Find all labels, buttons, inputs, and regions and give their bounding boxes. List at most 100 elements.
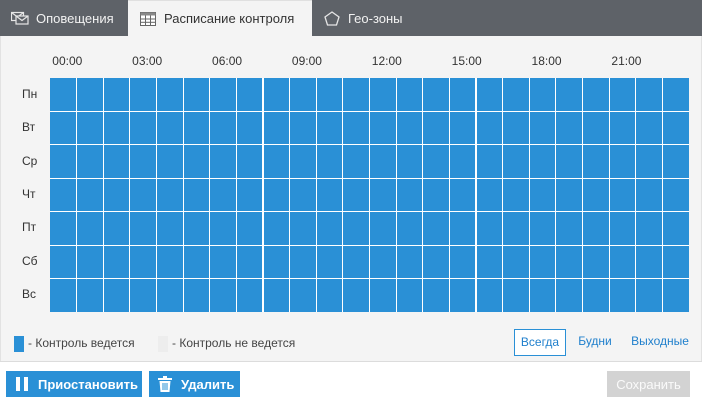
schedule-cell[interactable] [50, 78, 77, 111]
schedule-cell[interactable] [263, 112, 290, 145]
schedule-cell[interactable] [476, 145, 503, 178]
schedule-cell[interactable] [583, 78, 609, 111]
schedule-cell[interactable] [636, 112, 662, 145]
schedule-cell[interactable] [662, 145, 689, 178]
schedule-cell[interactable] [370, 145, 396, 178]
schedule-cell[interactable] [636, 145, 662, 178]
schedule-cell[interactable] [50, 112, 77, 145]
schedule-cell[interactable] [290, 279, 316, 312]
schedule-cell[interactable] [236, 212, 263, 245]
schedule-cell[interactable] [183, 245, 210, 278]
schedule-cell[interactable] [396, 279, 423, 312]
schedule-cell[interactable] [556, 245, 582, 278]
schedule-cell[interactable] [636, 245, 662, 278]
schedule-cell[interactable] [343, 112, 369, 145]
schedule-cell[interactable] [236, 112, 263, 145]
schedule-cell[interactable] [583, 145, 609, 178]
schedule-cell[interactable] [157, 245, 183, 278]
filter-always-button[interactable]: Всегда [514, 329, 566, 356]
schedule-cell[interactable] [50, 245, 77, 278]
schedule-cell[interactable] [556, 279, 582, 312]
schedule-cell[interactable] [449, 245, 476, 278]
schedule-cell[interactable] [290, 78, 316, 111]
schedule-cell[interactable] [636, 279, 662, 312]
schedule-cell[interactable] [476, 178, 503, 212]
schedule-cell[interactable] [476, 279, 503, 312]
tab-schedule[interactable]: Расписание контроля [128, 0, 312, 36]
pause-button[interactable]: Приостановить [6, 371, 142, 397]
schedule-cell[interactable] [130, 178, 156, 212]
schedule-cell[interactable] [662, 245, 689, 278]
schedule-cell[interactable] [77, 212, 103, 245]
schedule-cell[interactable] [157, 78, 183, 111]
schedule-cell[interactable] [662, 78, 689, 111]
schedule-cell[interactable] [503, 145, 529, 178]
schedule-cell[interactable] [609, 178, 636, 212]
delete-button[interactable]: Удалить [149, 371, 240, 397]
schedule-cell[interactable] [423, 212, 449, 245]
schedule-cell[interactable] [423, 112, 449, 145]
schedule-cell[interactable] [609, 212, 636, 245]
schedule-cell[interactable] [236, 78, 263, 111]
schedule-cell[interactable] [609, 145, 636, 178]
schedule-cell[interactable] [290, 212, 316, 245]
schedule-cell[interactable] [396, 145, 423, 178]
schedule-cell[interactable] [662, 212, 689, 245]
schedule-cell[interactable] [210, 112, 236, 145]
schedule-cell[interactable] [529, 212, 556, 245]
schedule-cell[interactable] [263, 212, 290, 245]
schedule-cell[interactable] [183, 112, 210, 145]
schedule-cell[interactable] [503, 279, 529, 312]
schedule-cell[interactable] [583, 245, 609, 278]
schedule-cell[interactable] [210, 212, 236, 245]
schedule-cell[interactable] [263, 245, 290, 278]
schedule-cell[interactable] [529, 178, 556, 212]
schedule-cell[interactable] [476, 212, 503, 245]
schedule-cell[interactable] [103, 78, 130, 111]
schedule-cell[interactable] [316, 279, 343, 312]
schedule-cell[interactable] [662, 112, 689, 145]
schedule-cell[interactable] [662, 279, 689, 312]
schedule-cell[interactable] [236, 245, 263, 278]
schedule-cell[interactable] [423, 178, 449, 212]
schedule-cell[interactable] [290, 245, 316, 278]
schedule-cell[interactable] [609, 78, 636, 111]
schedule-cell[interactable] [636, 212, 662, 245]
schedule-cell[interactable] [157, 145, 183, 178]
schedule-cell[interactable] [556, 178, 582, 212]
schedule-cell[interactable] [370, 112, 396, 145]
schedule-cell[interactable] [370, 178, 396, 212]
schedule-cell[interactable] [423, 145, 449, 178]
schedule-cell[interactable] [529, 245, 556, 278]
schedule-cell[interactable] [210, 279, 236, 312]
filter-weekdays-button[interactable]: Будни [572, 329, 618, 356]
schedule-cell[interactable] [236, 279, 263, 312]
schedule-cell[interactable] [210, 178, 236, 212]
schedule-cell[interactable] [476, 112, 503, 145]
schedule-cell[interactable] [103, 212, 130, 245]
schedule-cell[interactable] [343, 245, 369, 278]
schedule-cell[interactable] [157, 279, 183, 312]
schedule-cell[interactable] [157, 112, 183, 145]
schedule-cell[interactable] [183, 212, 210, 245]
schedule-cell[interactable] [503, 112, 529, 145]
schedule-cell[interactable] [396, 112, 423, 145]
schedule-cell[interactable] [130, 112, 156, 145]
schedule-cell[interactable] [370, 78, 396, 111]
schedule-cell[interactable] [449, 178, 476, 212]
schedule-cell[interactable] [370, 279, 396, 312]
schedule-cell[interactable] [236, 178, 263, 212]
schedule-cell[interactable] [343, 279, 369, 312]
schedule-cell[interactable] [662, 178, 689, 212]
schedule-cell[interactable] [316, 178, 343, 212]
schedule-cell[interactable] [316, 78, 343, 111]
schedule-cell[interactable] [316, 212, 343, 245]
schedule-cell[interactable] [103, 145, 130, 178]
schedule-cell[interactable] [130, 145, 156, 178]
schedule-cell[interactable] [396, 178, 423, 212]
schedule-cell[interactable] [210, 145, 236, 178]
schedule-cell[interactable] [77, 78, 103, 111]
schedule-cell[interactable] [396, 78, 423, 111]
schedule-cell[interactable] [210, 245, 236, 278]
schedule-cell[interactable] [157, 178, 183, 212]
